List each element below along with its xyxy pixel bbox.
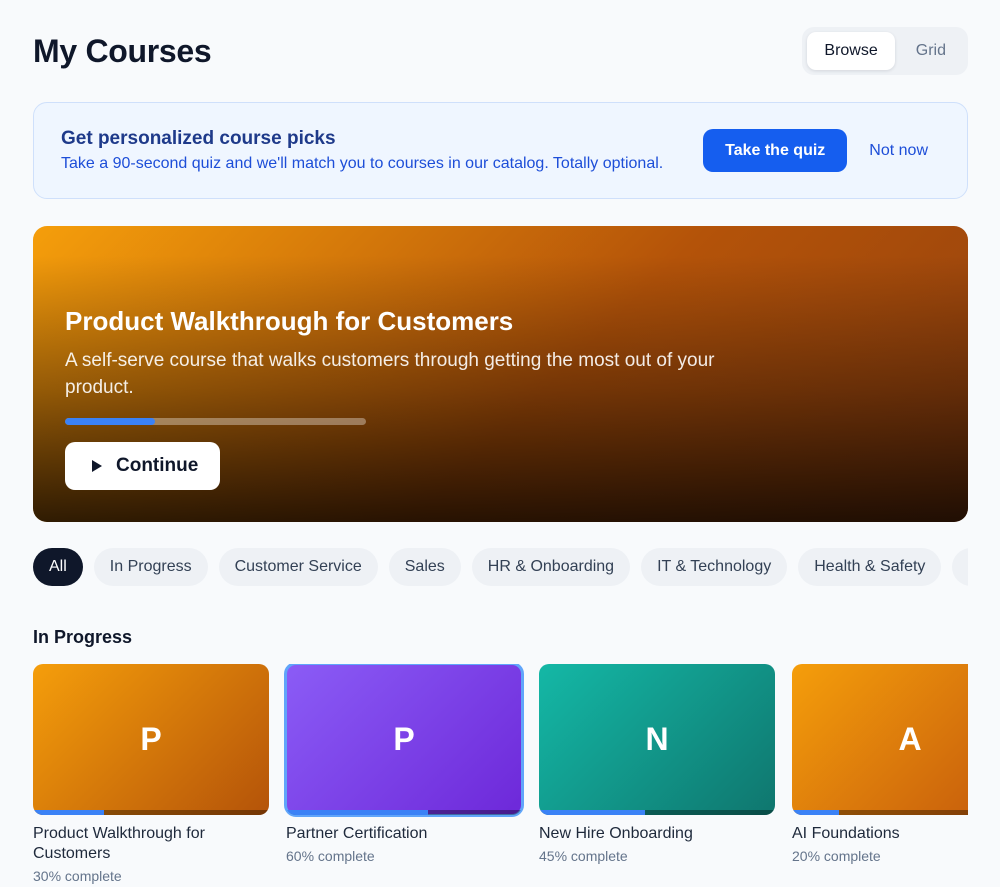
course-progress-text: 60% complete: [286, 848, 375, 864]
course-progress-bar: [33, 810, 269, 815]
course-progress-bar: [792, 810, 968, 815]
course-progress-fill: [286, 810, 428, 815]
page-header: My Courses Browse Grid: [33, 26, 968, 76]
page-title: My Courses: [33, 32, 212, 69]
filter-chip-health-safety[interactable]: Health & Safety: [798, 548, 942, 586]
filter-chip-customer-service[interactable]: Customer Service: [218, 548, 378, 586]
filter-chip-it-technology[interactable]: IT & Technology: [641, 548, 788, 586]
course-initial: P: [140, 721, 162, 757]
course-thumbnail[interactable]: P: [33, 664, 269, 815]
featured-course-hero: Product Walkthrough for Customers A self…: [33, 226, 968, 522]
course-title[interactable]: Partner Certification: [286, 824, 522, 844]
grid-view-button[interactable]: Grid: [899, 32, 963, 70]
hero-title: Product Walkthrough for Customers: [65, 306, 514, 336]
course-progress-fill: [792, 810, 840, 815]
course-card[interactable]: P Partner Certification 60% complete: [284, 664, 524, 887]
course-card[interactable]: N New Hire Onboarding 45% complete: [539, 664, 775, 887]
course-progress-text: 45% complete: [539, 848, 628, 864]
view-toggle: Browse Grid: [802, 27, 968, 75]
course-initial: N: [645, 721, 669, 757]
filter-chip-all[interactable]: All: [33, 548, 83, 586]
play-icon: [92, 460, 102, 472]
course-progress-fill: [33, 810, 104, 815]
course-card[interactable]: P Product Walkthrough for Customers 30% …: [33, 664, 269, 887]
course-title[interactable]: New Hire Onboarding: [539, 824, 775, 844]
course-progress-text: 30% complete: [33, 868, 122, 884]
in-progress-section-title: In Progress: [33, 627, 133, 647]
course-initial: A: [898, 721, 922, 757]
quiz-banner: Get personalized course picks Take a 90-…: [33, 102, 968, 199]
course-thumbnail[interactable]: P: [284, 664, 524, 817]
course-progress-bar: [286, 810, 522, 815]
in-progress-carousel: P Product Walkthrough for Customers 30% …: [33, 664, 968, 887]
filter-chip-in-progress[interactable]: In Progress: [93, 548, 208, 586]
filter-chip-more[interactable]: [952, 548, 968, 586]
banner-title: Get personalized course picks: [61, 128, 336, 149]
filter-chip-sales[interactable]: Sales: [388, 548, 461, 586]
hero-progress-bar: [65, 418, 366, 425]
course-progress-text: 20% complete: [792, 848, 881, 864]
continue-label: Continue: [116, 455, 199, 476]
browse-view-button[interactable]: Browse: [807, 32, 895, 70]
not-now-button[interactable]: Not now: [869, 142, 940, 160]
continue-button[interactable]: Continue: [65, 442, 221, 490]
category-filters: All In Progress Customer Service Sales H…: [33, 548, 968, 586]
filter-chip-hr-onboarding[interactable]: HR & Onboarding: [471, 548, 631, 586]
course-progress-bar: [539, 810, 775, 815]
course-progress-fill: [539, 810, 646, 815]
course-thumbnail[interactable]: A: [792, 664, 968, 815]
hero-progress-fill: [65, 418, 156, 425]
hero-description: A self-serve course that walks customers…: [65, 350, 715, 398]
course-card[interactable]: A AI Foundations 20% complete: [792, 664, 968, 887]
course-thumbnail[interactable]: N: [539, 664, 775, 815]
take-quiz-button[interactable]: Take the quiz: [703, 129, 848, 172]
banner-text: Take a 90-second quiz and we'll match yo…: [61, 155, 664, 172]
course-title[interactable]: Product Walkthrough for Customers: [33, 824, 269, 864]
course-title[interactable]: AI Foundations: [792, 824, 968, 844]
course-initial: P: [393, 721, 415, 757]
